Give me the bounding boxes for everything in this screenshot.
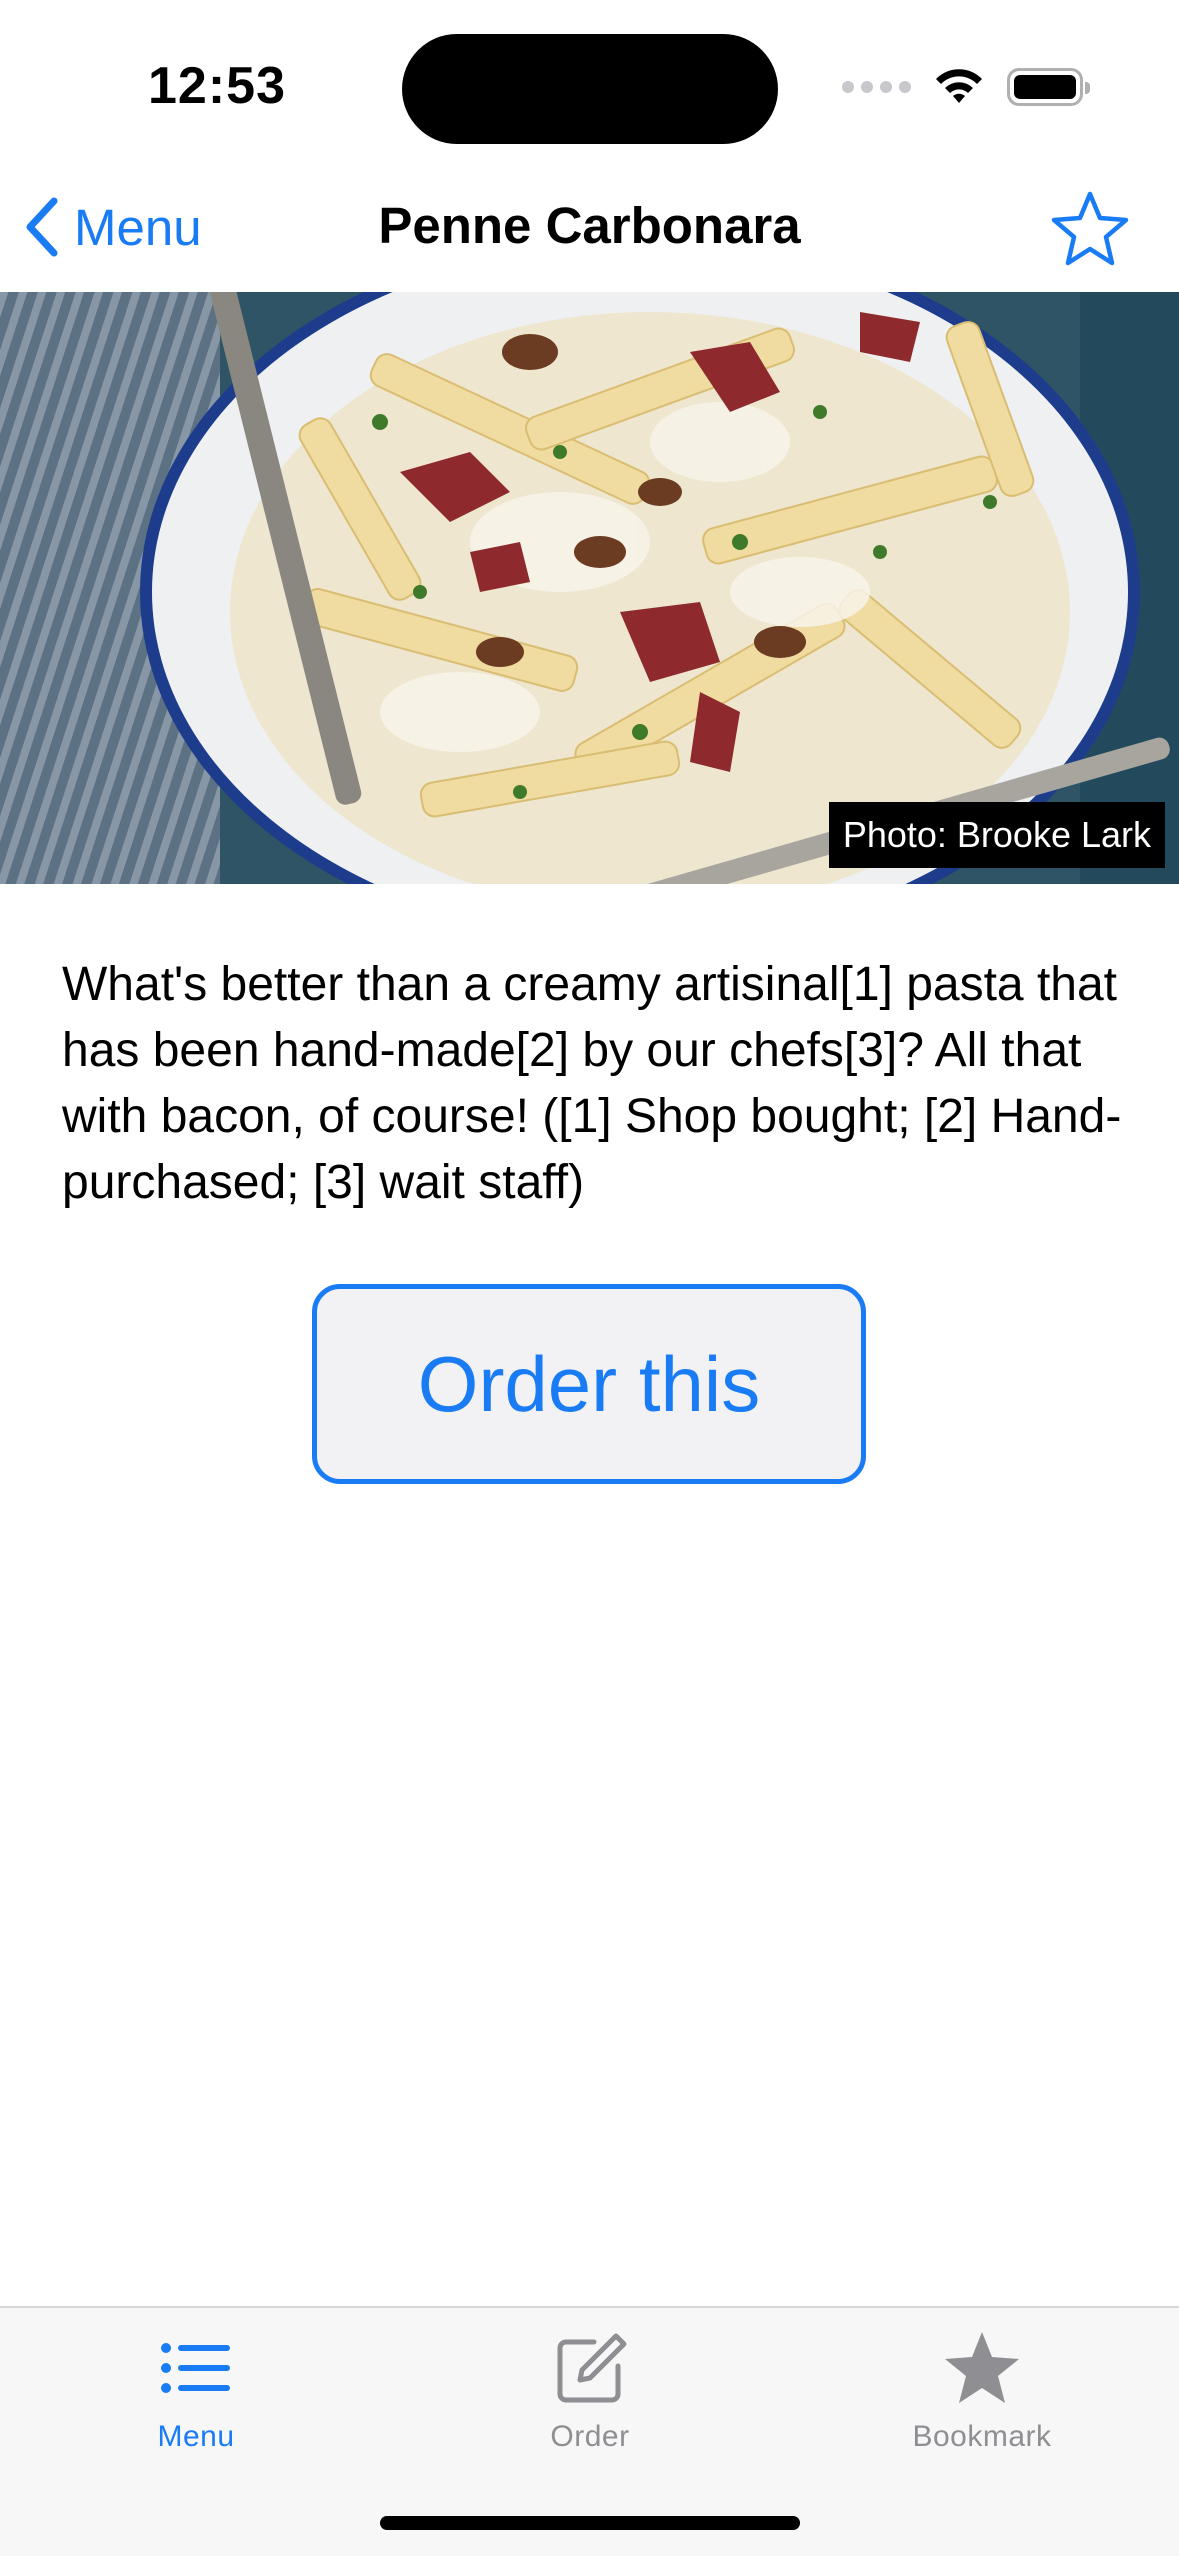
tab-order[interactable]: Order (440, 2328, 740, 2478)
screen: 12:53 Menu Penne Carbonara Photo: Brooke… (0, 0, 1179, 2556)
dish-description: What's better than a creamy artisinal[1]… (62, 958, 1122, 1209)
list-icon (161, 2343, 230, 2393)
dish-photo-illustration (0, 292, 1179, 884)
tab-order-label: Order (550, 2420, 630, 2453)
tab-menu-label: Menu (157, 2420, 235, 2453)
bookmark-star-icon[interactable] (1049, 188, 1131, 270)
battery-icon (1007, 68, 1090, 106)
photo-credit: Photo: Brooke Lark (828, 802, 1165, 868)
star-filled-icon (945, 2332, 1019, 2403)
wifi-icon (936, 69, 982, 103)
tab-bar: Menu Order Bookmark (0, 2306, 1179, 2556)
dish-photo: Photo: Brooke Lark (0, 292, 1179, 884)
status-indicators (842, 62, 1090, 112)
compose-icon (557, 2333, 627, 2403)
cellular-signal-icon (842, 81, 911, 93)
tab-menu[interactable]: Menu (46, 2328, 346, 2478)
order-button[interactable]: Order this (312, 1284, 866, 1484)
status-time: 12:53 (148, 57, 286, 115)
home-indicator[interactable] (380, 2516, 800, 2530)
tab-bookmark-label: Bookmark (912, 2420, 1052, 2453)
tab-bookmark[interactable]: Bookmark (832, 2328, 1132, 2478)
page-title: Penne Carbonara (378, 197, 801, 254)
dynamic-island (402, 34, 778, 144)
